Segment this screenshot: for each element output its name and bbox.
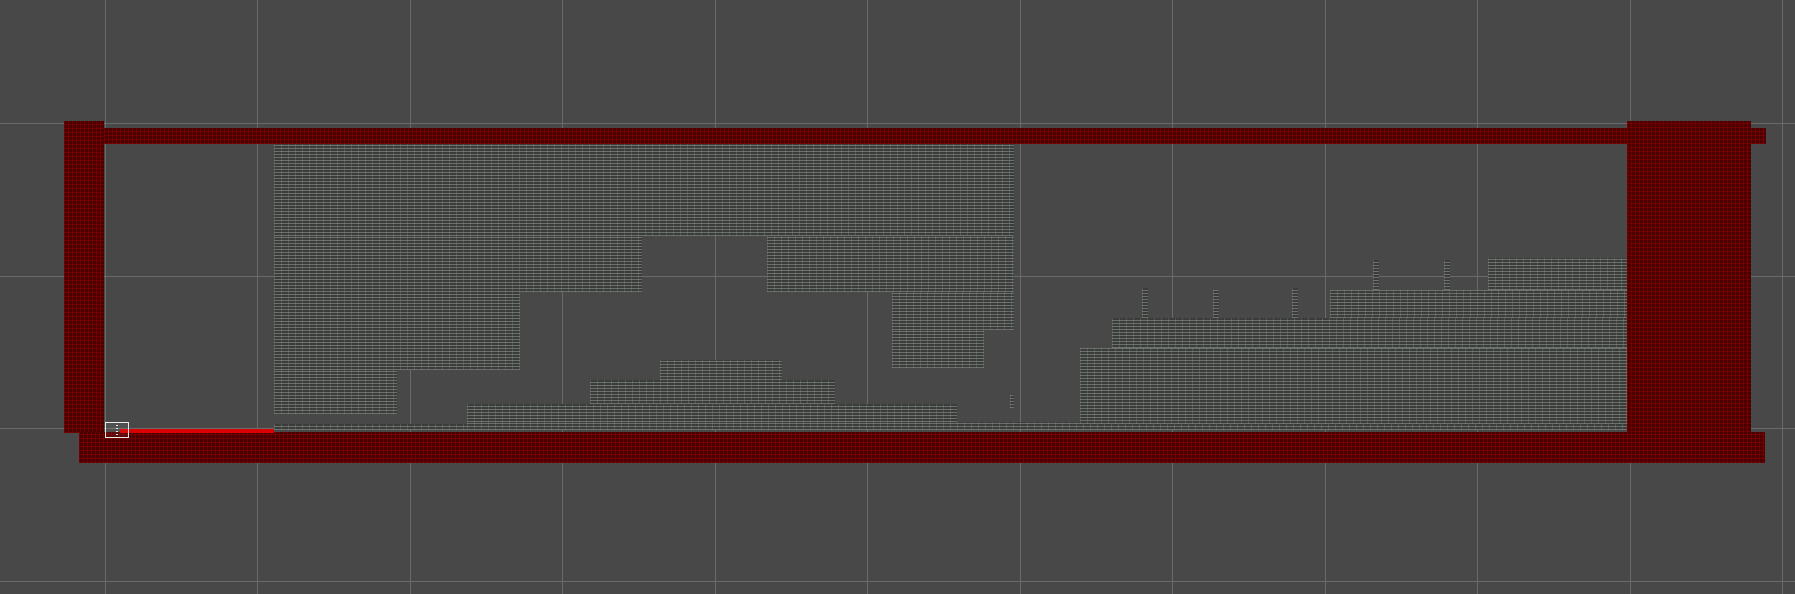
spawn-glyph (116, 425, 118, 435)
terrain-tiles (1213, 290, 1219, 318)
floor-wall (79, 432, 1765, 463)
grid-line (1172, 0, 1173, 594)
grid-line (257, 0, 258, 594)
grid-line (867, 0, 868, 594)
ceiling-wall (104, 128, 1764, 144)
ceiling-wall-cap (1751, 128, 1765, 144)
terrain-tiles (1080, 348, 1627, 424)
left-wall (64, 121, 104, 433)
grid-line (1020, 0, 1021, 594)
terrain-tiles (892, 292, 1014, 330)
scene-viewport[interactable] (0, 0, 1795, 594)
right-wall (1627, 121, 1751, 432)
grid-line (105, 0, 106, 594)
terrain-tiles (660, 360, 782, 380)
terrain-tiles (1444, 260, 1450, 290)
terrain-tiles (1330, 290, 1627, 318)
terrain-tiles (1488, 258, 1627, 290)
terrain-tiles (1292, 288, 1298, 318)
terrain-tiles (274, 292, 520, 370)
spawn-line (120, 429, 274, 433)
terrain-tiles (274, 144, 1014, 236)
terrain-tiles (274, 424, 467, 430)
terrain-tiles (467, 404, 957, 422)
spawn-point-icon[interactable] (105, 422, 129, 438)
grid-line (0, 581, 1795, 582)
grid-line (715, 0, 716, 594)
terrain-tiles (1142, 288, 1148, 318)
grid-line (562, 0, 563, 594)
terrain-tiles (1373, 260, 1379, 290)
grid-line (1325, 0, 1326, 594)
terrain-tiles (892, 330, 984, 368)
terrain-tiles (274, 236, 642, 292)
terrain-tiles (1112, 318, 1627, 348)
grid-line (1782, 0, 1783, 594)
terrain-tiles (767, 236, 1014, 292)
terrain-tiles (274, 370, 397, 414)
terrain-tiles (1010, 394, 1014, 408)
grid-line (0, 123, 1795, 124)
terrain-tiles (590, 380, 835, 404)
